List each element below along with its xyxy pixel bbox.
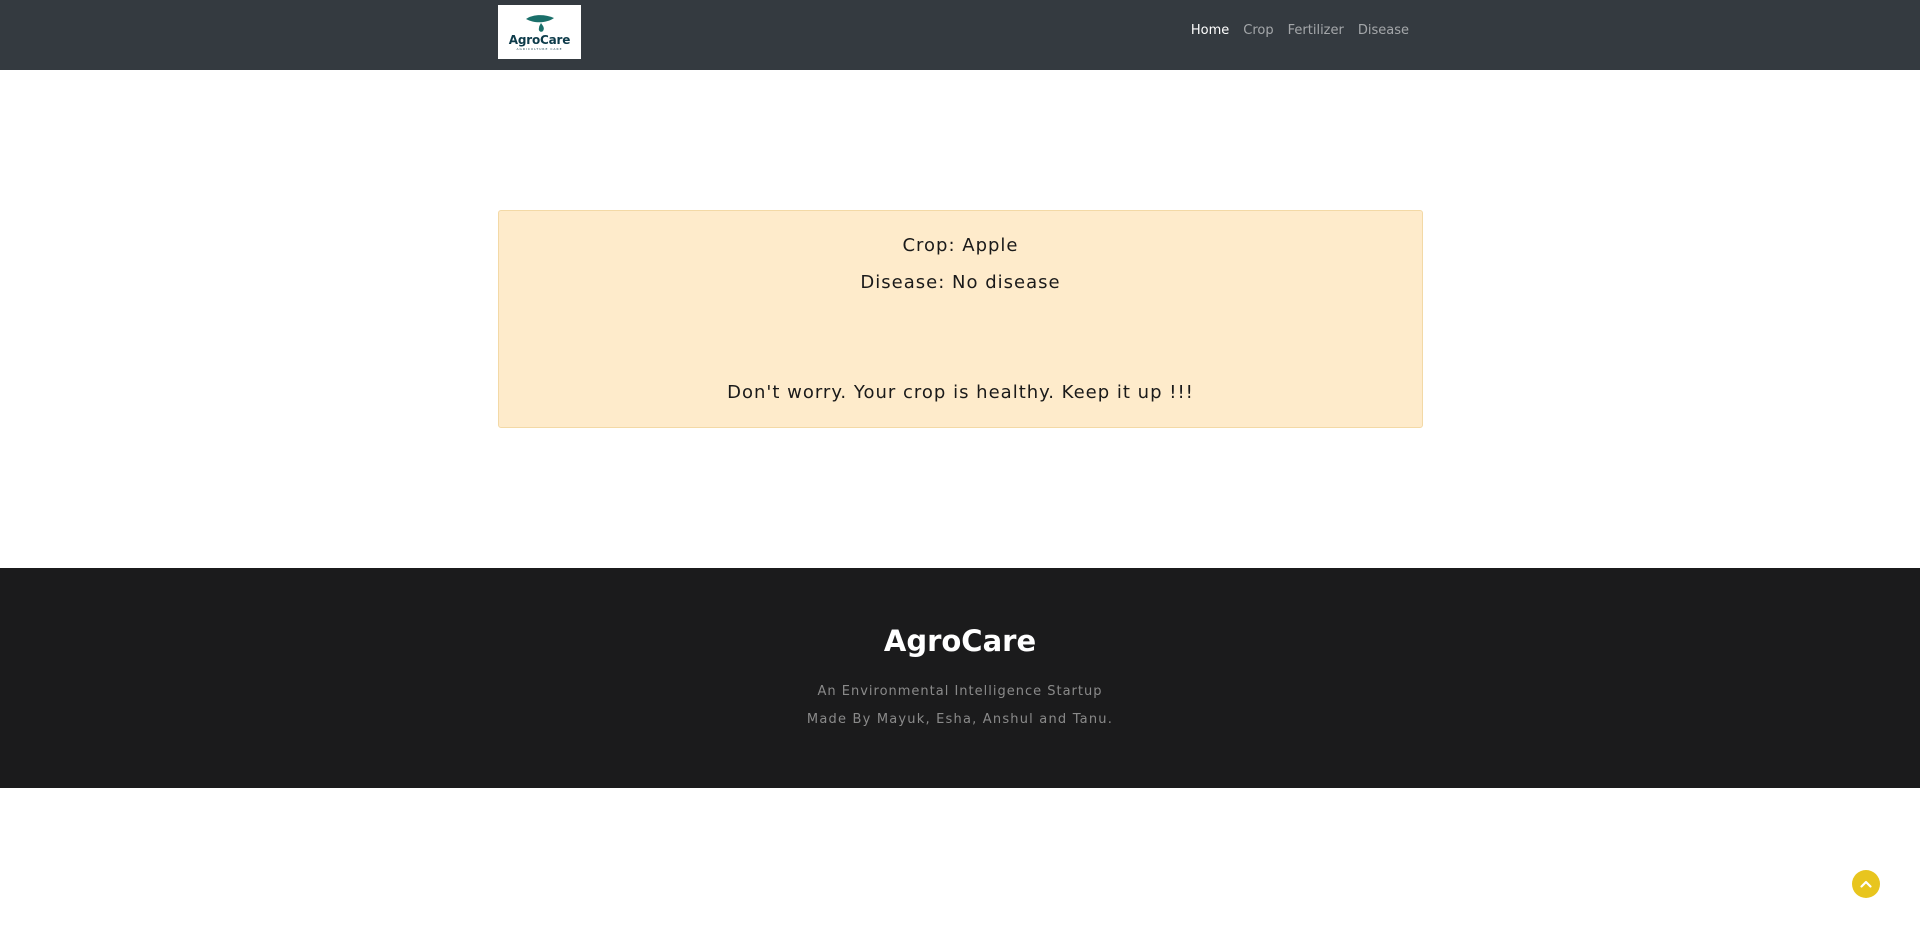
- logo-text: AgroCare: [508, 32, 571, 47]
- nav-fertilizer[interactable]: Fertilizer: [1281, 22, 1351, 40]
- chevron-up-icon: [1860, 880, 1872, 888]
- footer-title: AgroCare: [883, 624, 1037, 658]
- logo-subtext: AGRICULTURE CARE: [516, 46, 563, 51]
- main-nav: Home Crop Fertilizer Disease: [1184, 22, 1416, 40]
- health-message: Don't worry. Your crop is healthy. Keep …: [727, 382, 1194, 403]
- leaf-drop-icon: [525, 14, 554, 32]
- footer: AgroCare An Environmental Intelligence S…: [0, 568, 1920, 788]
- nav-disease[interactable]: Disease: [1351, 22, 1416, 40]
- footer-tagline: An Environmental Intelligence Startup: [817, 684, 1103, 699]
- back-to-top-button[interactable]: [1852, 870, 1880, 898]
- brand-logo[interactable]: AgroCare AGRICULTURE CARE: [498, 5, 581, 59]
- nav-crop[interactable]: Crop: [1236, 22, 1280, 40]
- nav-home[interactable]: Home: [1184, 22, 1236, 40]
- footer-credit: Made By Mayuk, Esha, Anshul and Tanu.: [806, 712, 1114, 727]
- result-card: Crop: Apple Disease: No disease Don't wo…: [498, 210, 1423, 428]
- disease-result: Disease: No disease: [860, 272, 1061, 293]
- crop-result: Crop: Apple: [902, 235, 1019, 256]
- navbar: AgroCare AGRICULTURE CARE Home Crop Fert…: [0, 0, 1920, 70]
